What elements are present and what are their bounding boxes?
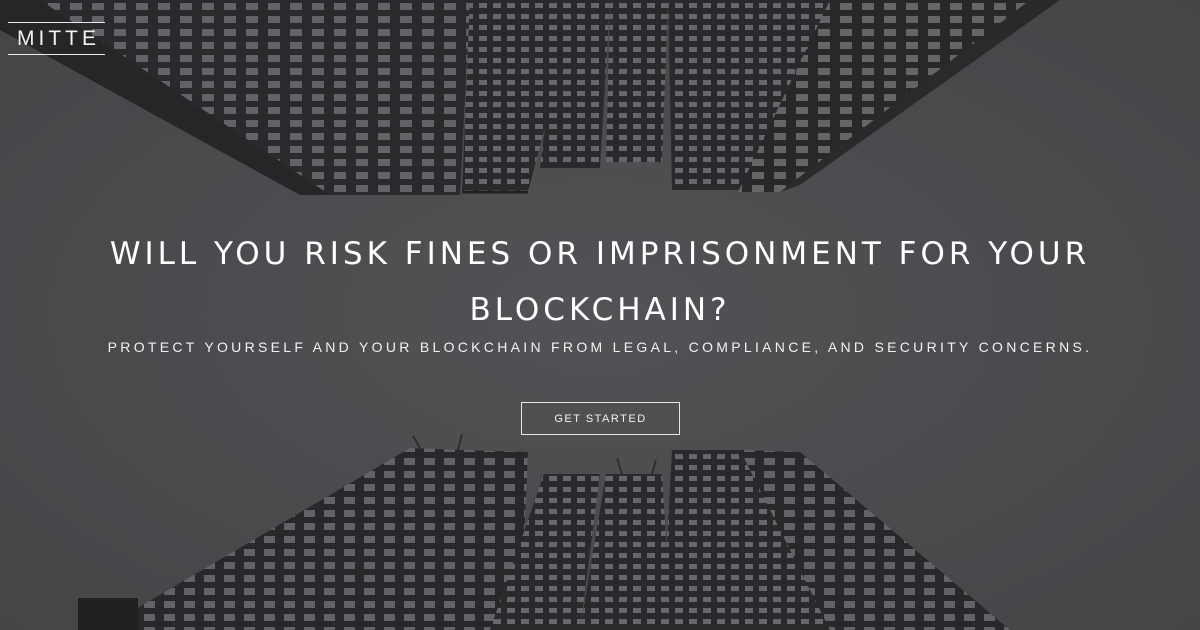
hero-headline-line-2: BLOCKCHAIN?	[469, 292, 731, 328]
hero-subheadline: PROTECT YOURSELF AND YOUR BLOCKCHAIN FRO…	[107, 339, 1093, 355]
mitte-logo-link[interactable]: MITTE	[8, 22, 105, 55]
hero-section: MITTE WILL YOU RISK FINES OR IMPRISONMEN…	[0, 0, 1200, 630]
hero-headline-line-1: WILL YOU RISK FINES OR IMPRISONMENT FOR …	[109, 236, 1091, 272]
hero-headline: WILL YOU RISK FINES OR IMPRISONMENT FOR …	[0, 226, 1200, 338]
get-started-button[interactable]: GET STARTED	[521, 402, 680, 435]
